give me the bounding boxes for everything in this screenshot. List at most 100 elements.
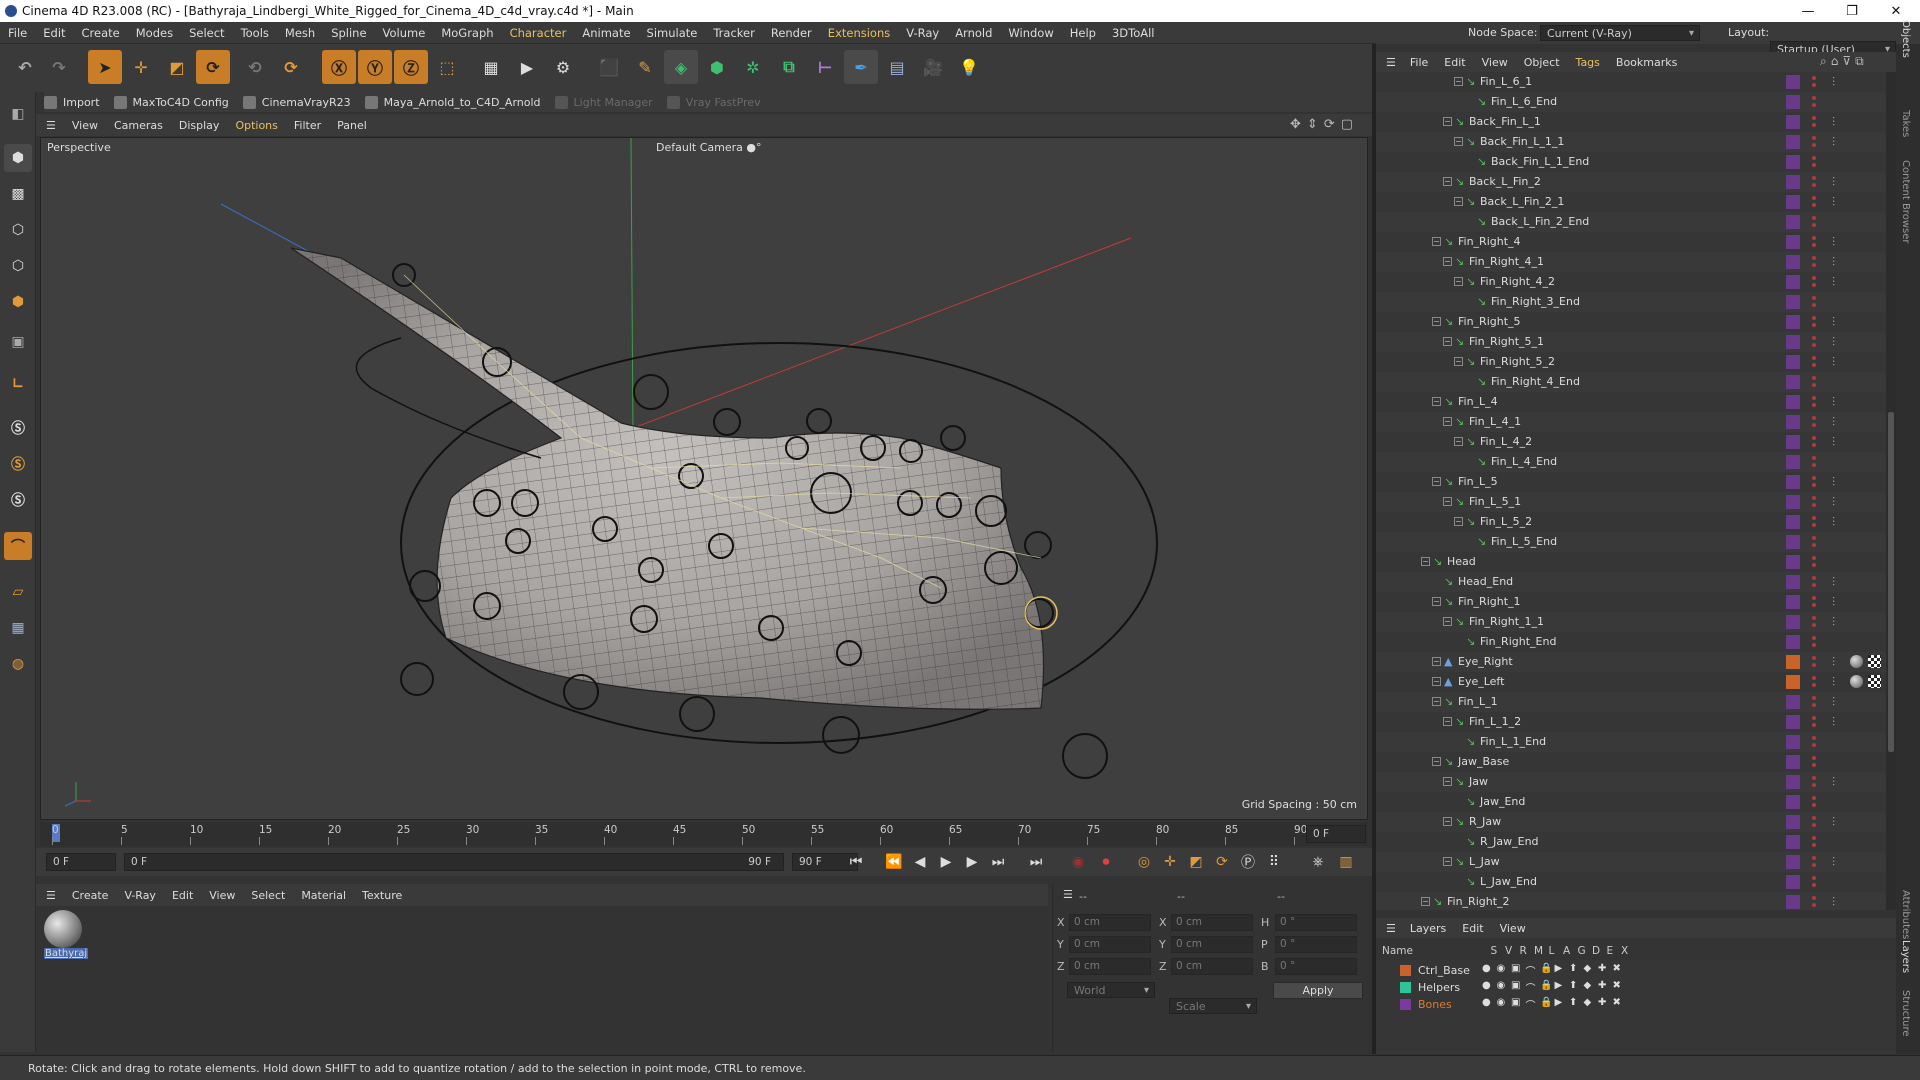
layer-toggle-icon[interactable]: ▶: [1555, 980, 1563, 991]
material-menu-create[interactable]: Create: [64, 889, 117, 902]
object-row[interactable]: ↘ Fin_Right_3_End: [1376, 292, 1886, 312]
cube-icon[interactable]: ⬛: [592, 50, 626, 84]
ik-tag-icon[interactable]: ⫶: [1832, 495, 1835, 510]
layer-color-swatch[interactable]: [1786, 235, 1800, 249]
ik-tag-icon[interactable]: ⫶: [1832, 715, 1835, 730]
plugin-vray-fastprev[interactable]: Vray FastPrev: [666, 95, 761, 109]
new-window-icon[interactable]: ⧉: [1855, 54, 1868, 68]
expand-toggle-icon[interactable]: −: [1443, 117, 1452, 126]
visibility-dots-icon[interactable]: [1810, 774, 1818, 790]
timeline-layout-icon[interactable]: ▥: [1336, 852, 1356, 872]
object-menu-file[interactable]: File: [1402, 56, 1436, 69]
layer-color-swatch[interactable]: [1786, 655, 1800, 669]
ik-tag-icon[interactable]: ⫶: [1832, 275, 1835, 290]
object-row[interactable]: − ↘ Head: [1376, 552, 1886, 572]
size-z-field[interactable]: 0 cm: [1171, 958, 1253, 975]
object-row[interactable]: ↘ Fin_Right_4_End: [1376, 372, 1886, 392]
plugin-light-manager[interactable]: Light Manager: [554, 95, 653, 109]
maximize-button[interactable]: ❐: [1830, 0, 1874, 22]
material-menu-v-ray[interactable]: V-Ray: [116, 889, 164, 902]
visibility-dots-icon[interactable]: [1810, 314, 1818, 330]
layer-color-swatch[interactable]: [1786, 375, 1800, 389]
visibility-dots-icon[interactable]: [1810, 94, 1818, 110]
points-mode-icon[interactable]: ⬡: [4, 216, 32, 244]
visibility-dots-icon[interactable]: [1810, 174, 1818, 190]
layer-toggle-icon[interactable]: ◉: [1497, 963, 1506, 974]
undo-icon[interactable]: ↶: [8, 50, 42, 84]
layer-toggle-icon[interactable]: ✖: [1613, 997, 1621, 1008]
layer-color-swatch[interactable]: [1786, 95, 1800, 109]
object-row[interactable]: ↘ R_Jaw_End: [1376, 832, 1886, 852]
viewport-hamburger-icon[interactable]: ☰: [46, 119, 56, 132]
visibility-dots-icon[interactable]: [1810, 474, 1818, 490]
layer-color-swatch[interactable]: [1786, 475, 1800, 489]
ik-tag-icon[interactable]: ⫶: [1832, 615, 1835, 630]
material-tag-icon[interactable]: [1850, 675, 1863, 688]
layer-color-swatch[interactable]: [1400, 982, 1411, 993]
layer-color-swatch[interactable]: [1786, 295, 1800, 309]
home-icon[interactable]: ⌂: [1831, 54, 1843, 68]
record-icon[interactable]: ◉: [1068, 852, 1088, 872]
layer-color-swatch[interactable]: [1786, 675, 1800, 689]
layer-color-swatch[interactable]: [1786, 275, 1800, 289]
layers-menu-view[interactable]: View: [1492, 922, 1534, 935]
material-menu-view[interactable]: View: [201, 889, 243, 902]
expand-toggle-icon[interactable]: −: [1432, 757, 1441, 766]
rot-h-field[interactable]: 0 °: [1275, 914, 1357, 931]
spline-pen-icon[interactable]: ✒: [844, 50, 878, 84]
menu-animate[interactable]: Animate: [574, 26, 638, 40]
layer-color-swatch[interactable]: [1786, 335, 1800, 349]
object-row[interactable]: − ▲ Eye_Left ⫶: [1376, 672, 1886, 692]
search-icon[interactable]: ⌕: [1820, 54, 1831, 68]
prev-key-icon[interactable]: ⏪: [884, 852, 904, 872]
layer-toggle-icon[interactable]: ✖: [1613, 963, 1621, 974]
live-selection-icon[interactable]: ➤: [88, 50, 122, 84]
expand-toggle-icon[interactable]: −: [1443, 617, 1452, 626]
visibility-dots-icon[interactable]: [1810, 874, 1818, 890]
go-end-icon[interactable]: ⏭: [988, 852, 1008, 872]
visibility-dots-icon[interactable]: [1810, 714, 1818, 730]
menu-simulate[interactable]: Simulate: [639, 26, 706, 40]
object-row[interactable]: ↘ Fin_L_1_End: [1376, 732, 1886, 752]
generator-icon[interactable]: ⬢: [700, 50, 734, 84]
visibility-dots-icon[interactable]: [1810, 634, 1818, 650]
layer-toggle-icon[interactable]: ⬆: [1569, 980, 1577, 991]
material-menu-edit[interactable]: Edit: [164, 889, 201, 902]
viewport-menu-cameras[interactable]: Cameras: [106, 119, 171, 132]
zoom-icon[interactable]: ⇕: [1307, 117, 1324, 132]
texture-mode-icon[interactable]: ▩: [4, 180, 32, 208]
go-start-icon[interactable]: ⏮: [846, 852, 866, 872]
object-row[interactable]: − ↘ Fin_L_5 ⫶: [1376, 472, 1886, 492]
pos-y-field[interactable]: 0 cm: [1069, 936, 1151, 953]
ik-tag-icon[interactable]: ⫶: [1832, 115, 1835, 130]
auto-key-icon[interactable]: ⏺: [1096, 852, 1116, 872]
layer-color-swatch[interactable]: [1400, 999, 1411, 1010]
floor-icon[interactable]: ▤: [880, 50, 914, 84]
layer-color-swatch[interactable]: [1786, 315, 1800, 329]
uv-mode-icon[interactable]: ▣: [4, 328, 32, 356]
material-tag-icon[interactable]: [1850, 655, 1863, 668]
visibility-dots-icon[interactable]: [1810, 814, 1818, 830]
pos-x-field[interactable]: 0 cm: [1069, 914, 1151, 931]
menu-file[interactable]: File: [0, 26, 35, 40]
viewport-menu-options[interactable]: Options: [227, 119, 285, 132]
scale-select[interactable]: Scale: [1169, 998, 1257, 1014]
layer-color-swatch[interactable]: [1786, 495, 1800, 509]
expand-toggle-icon[interactable]: −: [1432, 677, 1441, 686]
key-rotation-icon[interactable]: ⟳: [1212, 852, 1232, 872]
side-tab-layers[interactable]: Layers: [1900, 940, 1911, 973]
side-tab-structure[interactable]: Structure: [1900, 990, 1911, 1037]
ik-tag-icon[interactable]: ⫶: [1832, 135, 1835, 150]
viewport-menu-filter[interactable]: Filter: [286, 119, 329, 132]
expand-toggle-icon[interactable]: −: [1443, 177, 1452, 186]
visibility-dots-icon[interactable]: [1810, 894, 1818, 910]
layer-toggle-icon[interactable]: ◆: [1584, 997, 1592, 1008]
layer-toggle-icon[interactable]: ▶: [1555, 963, 1563, 974]
size-y-field[interactable]: 0 cm: [1171, 936, 1253, 953]
workplane-icon[interactable]: ▱: [4, 578, 32, 606]
layer-color-swatch[interactable]: [1786, 715, 1800, 729]
object-row[interactable]: − ↘ Fin_Right_5_1 ⫶: [1376, 332, 1886, 352]
layer-color-swatch[interactable]: [1786, 635, 1800, 649]
last-frame-icon[interactable]: ⏭: [1026, 852, 1046, 872]
ik-tag-icon[interactable]: ⫶: [1832, 75, 1835, 90]
